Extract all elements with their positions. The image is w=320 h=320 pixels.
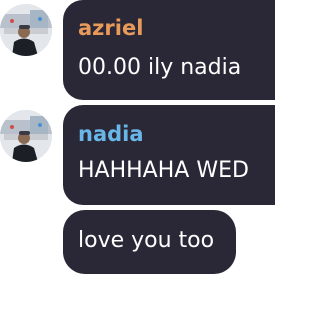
message-text: 00.00 ily nadia [78,55,242,80]
message-text: love you too [78,228,215,253]
avatar[interactable] [0,110,52,162]
message-author: azriel [78,16,144,40]
avatar[interactable] [0,4,52,56]
message-bubble: azriel 00.00 ily nadia [63,0,275,100]
message-bubble: love you too [63,210,236,274]
message-text: HAHHAHA WED [78,158,249,183]
message-bubble: nadia HAHHAHA WED [63,105,275,205]
message-author: nadia [78,122,144,146]
